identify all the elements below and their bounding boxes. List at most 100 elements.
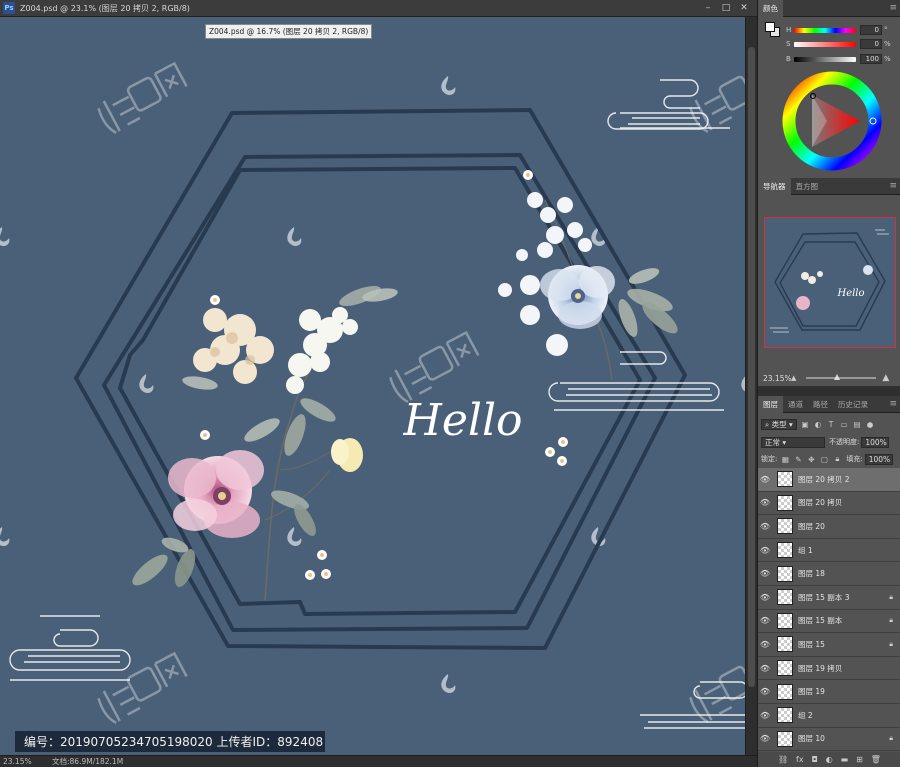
brightness-slider[interactable]	[794, 56, 856, 62]
layer-row[interactable]: 👁︎ 图层 20 拷贝	[758, 492, 900, 516]
visibility-eye-icon[interactable]: 👁︎	[758, 734, 772, 743]
type-filter-icon[interactable]: T	[826, 419, 836, 429]
saturation-unit: %	[884, 40, 891, 48]
visibility-eye-icon[interactable]: 👁︎	[758, 522, 772, 531]
lock-artboard-icon[interactable]: ▢	[819, 454, 829, 464]
lock-all-icon[interactable]: 🔒︎	[832, 454, 842, 464]
zoom-out-icon[interactable]: ▲	[791, 374, 796, 382]
adjustment-filter-icon[interactable]: ◐	[813, 419, 823, 429]
lock-transparency-icon[interactable]: ▦	[780, 454, 790, 464]
zoom-in-icon[interactable]: ▲	[882, 373, 889, 383]
layer-filter-select[interactable]: ⌕ 类型 ▾	[761, 418, 797, 430]
layer-name: 图层 19 拷贝	[798, 663, 843, 673]
vertical-scrollbar[interactable]	[745, 17, 757, 755]
layer-thumbnail	[777, 518, 793, 535]
visibility-eye-icon[interactable]: 👁︎	[758, 546, 772, 555]
color-wheel[interactable]	[782, 71, 882, 171]
scrollbar-thumb[interactable]	[748, 47, 755, 687]
filter-toggle-icon[interactable]: ●	[865, 419, 875, 429]
layer-row[interactable]: 👁︎ 图层 19	[758, 680, 900, 704]
trash-icon[interactable]: 🗑︎	[871, 755, 881, 764]
layer-row[interactable]: 👁︎ 组 2	[758, 704, 900, 728]
new-layer-icon[interactable]: ⊞	[856, 755, 863, 764]
close-button[interactable]: ✕	[735, 1, 753, 15]
visibility-eye-icon[interactable]: 👁︎	[758, 593, 772, 602]
visibility-eye-icon[interactable]: 👁︎	[758, 569, 772, 578]
hue-value[interactable]: 0	[860, 25, 882, 35]
layer-row[interactable]: 👁︎ 组 1	[758, 539, 900, 563]
slider-thumb[interactable]	[834, 374, 841, 380]
navigator-preview[interactable]: Hello	[764, 217, 896, 348]
document-size[interactable]: 文档:86.9M/182.1M	[52, 756, 123, 767]
lock-paint-icon[interactable]: ✎	[793, 454, 803, 464]
layer-name: 图层 18	[798, 569, 825, 579]
layer-lock-icon: 🔒︎	[889, 639, 893, 648]
layer-row[interactable]: 👁︎ 图层 18	[758, 562, 900, 586]
zoom-field[interactable]: 23.15%	[0, 757, 42, 766]
minimize-button[interactable]: –	[699, 1, 717, 15]
tab-navigator[interactable]: 导航器	[758, 177, 791, 195]
foreground-color-swatch[interactable]	[765, 22, 775, 32]
panel-menu-icon[interactable]: ≡	[889, 399, 897, 409]
tab-color[interactable]: 颜色	[758, 0, 783, 17]
visibility-eye-icon[interactable]: 👁︎	[758, 711, 772, 720]
opacity-field[interactable]: 100%	[861, 436, 890, 448]
layers-footer: ⛓ fx ◘ ◐ ▬ ⊞ 🗑︎	[758, 752, 900, 767]
lock-move-icon[interactable]: ✥	[806, 454, 816, 464]
layer-row[interactable]: 👁︎ 图层 10 🔒︎	[758, 728, 900, 752]
layer-thumbnail	[777, 730, 793, 747]
color-panel-tabbar: 颜色 ≡	[758, 0, 900, 17]
tab-history[interactable]: 历史记录	[833, 396, 873, 413]
folder-icon[interactable]: ▬	[841, 755, 849, 764]
blend-mode-select[interactable]: 正常 ▾	[761, 436, 825, 448]
visibility-eye-icon[interactable]: 👁︎	[758, 475, 772, 484]
saturation-value[interactable]: 0	[860, 39, 882, 49]
navigator-zoom-value[interactable]: 23.15%	[763, 374, 792, 383]
layer-row[interactable]: 👁︎ 图层 15 副本 3 🔒︎	[758, 586, 900, 610]
layer-row[interactable]: 👁︎ 图层 19 拷贝	[758, 657, 900, 681]
visibility-eye-icon[interactable]: 👁︎	[758, 687, 772, 696]
smart-object-filter-icon[interactable]: ▤	[852, 419, 862, 429]
layer-lock-icon: 🔒︎	[889, 592, 893, 601]
watermark-caption: 编号：20190705234705198020 上传者ID：892408	[15, 731, 325, 752]
document-tab[interactable]: Ps Z004.psd @ 23.1% (图层 20 拷贝 2, RGB/8) …	[0, 0, 757, 17]
shape-filter-icon[interactable]: ▭	[839, 419, 849, 429]
layer-row[interactable]: 👁︎ 图层 15 🔒︎	[758, 633, 900, 657]
layer-thumbnail	[777, 612, 793, 629]
layer-thumbnail	[777, 589, 793, 606]
layer-row[interactable]: 👁︎ 图层 20	[758, 515, 900, 539]
layer-row[interactable]: 👁︎ 图层 15 副本 🔒︎	[758, 610, 900, 634]
maximize-button[interactable]: □	[717, 1, 735, 15]
brightness-value[interactable]: 100	[860, 54, 882, 64]
hue-slider[interactable]	[794, 27, 856, 33]
adjustment-icon[interactable]: ◐	[826, 755, 833, 764]
hue-slider-row: H 0 °	[786, 24, 898, 36]
tab-histogram[interactable]: 直方图	[791, 178, 824, 195]
panel-menu-icon[interactable]: ≡	[889, 3, 897, 13]
layer-name: 图层 10	[798, 734, 825, 744]
layer-row[interactable]: 👁︎ 图层 20 拷贝 2	[758, 468, 900, 492]
link-icon[interactable]: ⛓	[778, 755, 788, 764]
layer-thumbnail	[777, 565, 793, 582]
hue-unit: °	[884, 26, 888, 34]
document-window: Ps Z004.psd @ 23.1% (图层 20 拷贝 2, RGB/8) …	[0, 0, 757, 767]
panel-menu-icon[interactable]: ≡	[889, 181, 897, 191]
layer-thumbnail	[777, 683, 793, 700]
mask-icon[interactable]: ◘	[812, 755, 818, 764]
navigator-tabbar: 导航器 直方图 ≡	[758, 177, 900, 195]
visibility-eye-icon[interactable]: 👁︎	[758, 664, 772, 673]
right-panel-dock: 颜色 ≡ H 0 ° S 0 % B 100 % 导航器 直方图 ≡ Hello…	[757, 0, 900, 767]
visibility-eye-icon[interactable]: 👁︎	[758, 498, 772, 507]
tab-paths[interactable]: 路径	[808, 396, 833, 413]
visibility-eye-icon[interactable]: 👁︎	[758, 640, 772, 649]
visibility-eye-icon[interactable]: 👁︎	[758, 616, 772, 625]
fill-field[interactable]: 100%	[864, 453, 893, 465]
fx-icon[interactable]: fx	[796, 755, 804, 764]
tab-layers[interactable]: 图层	[758, 395, 783, 413]
canvas[interactable]: Hello	[0, 17, 745, 755]
pixel-filter-icon[interactable]: ▣	[800, 419, 810, 429]
saturation-slider[interactable]	[794, 41, 856, 47]
navigator-zoom-slider[interactable]	[806, 374, 877, 380]
tab-channels[interactable]: 通道	[783, 396, 808, 413]
navigator-preview-art: Hello	[770, 229, 889, 333]
